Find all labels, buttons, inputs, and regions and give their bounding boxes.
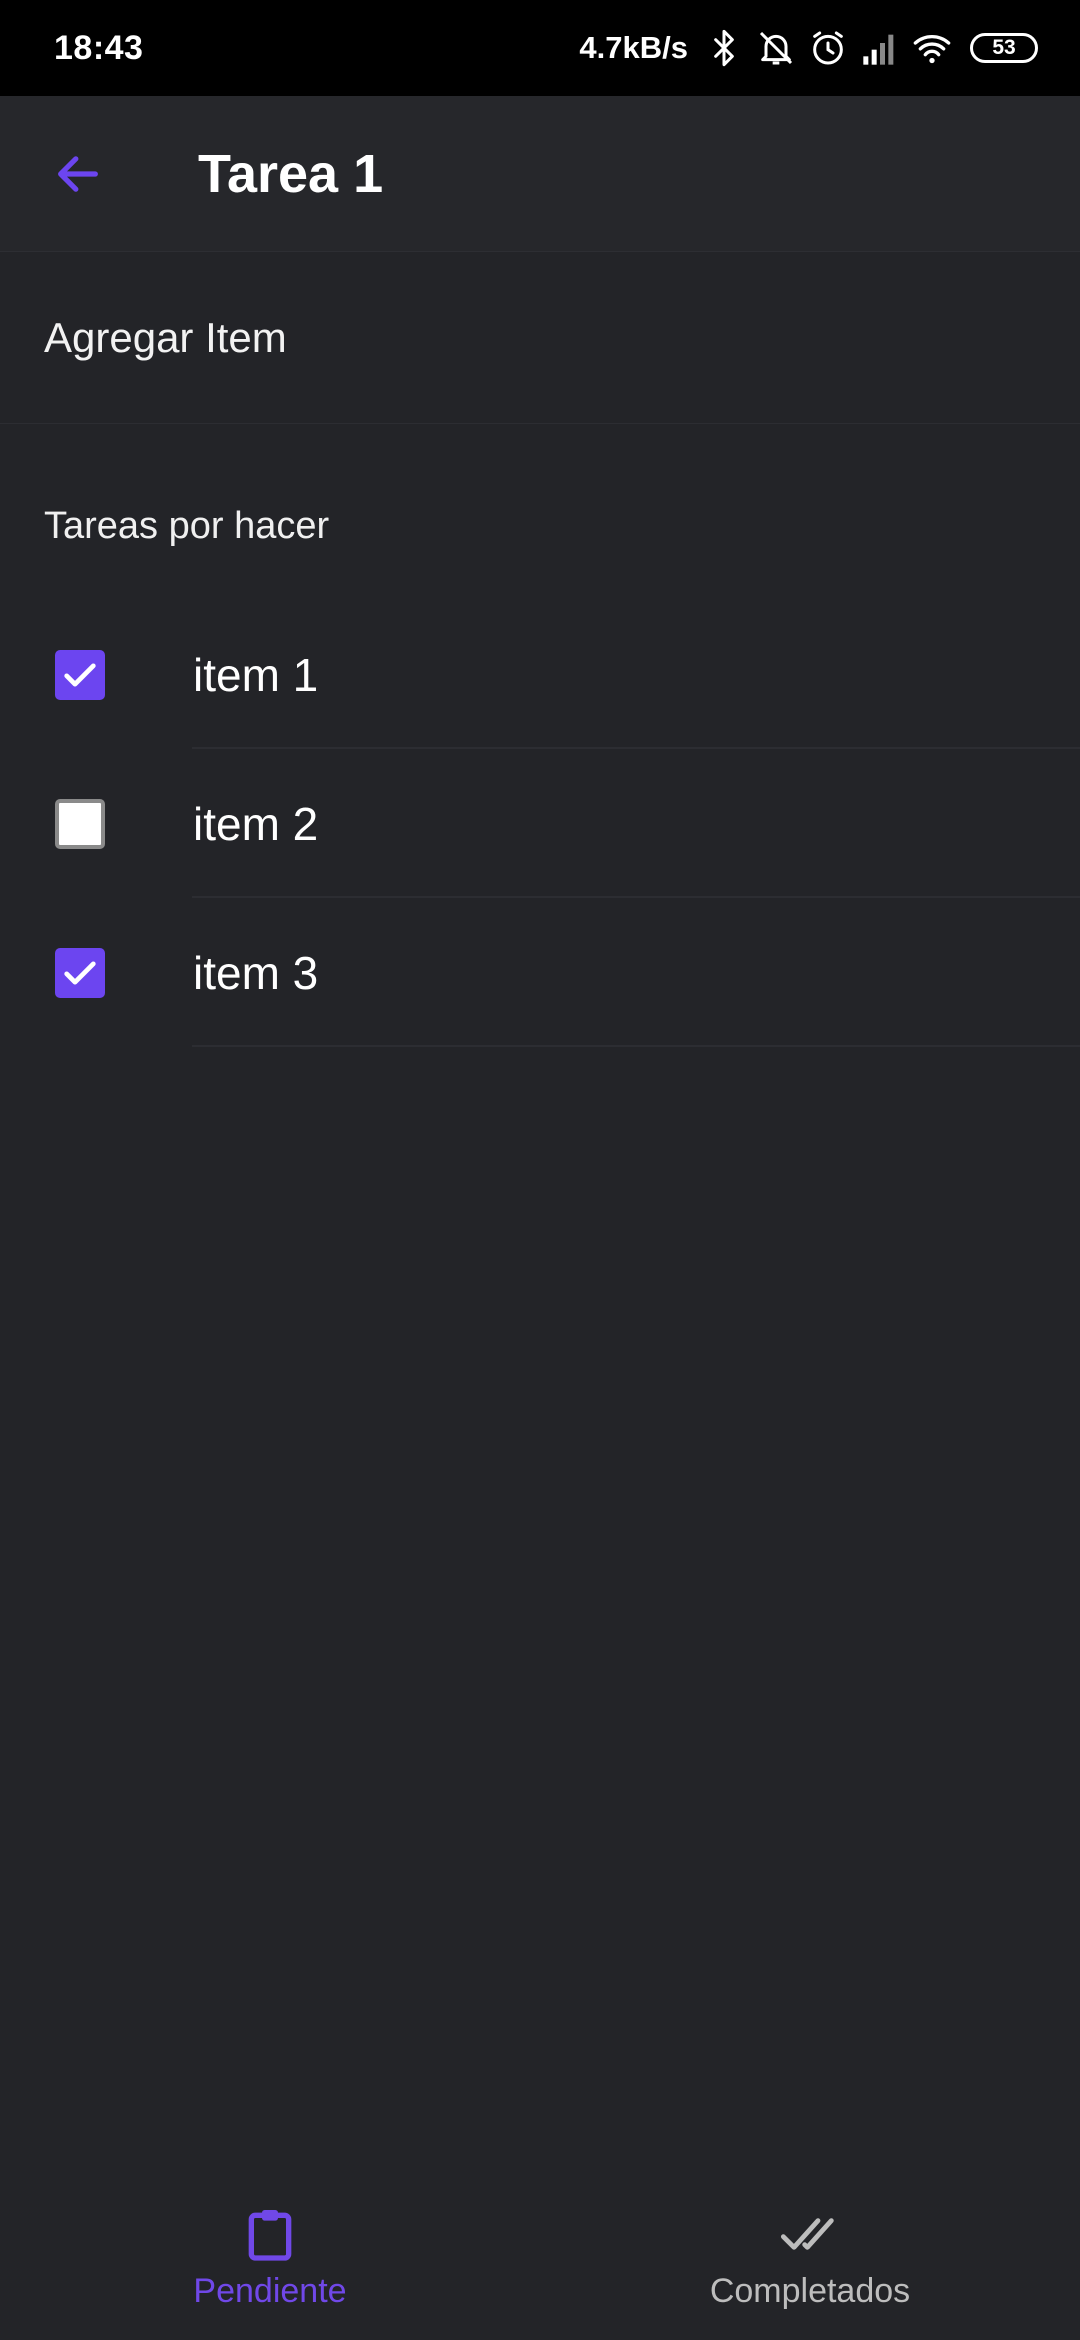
add-item-label: Agregar Item bbox=[44, 314, 287, 361]
task-checkbox[interactable] bbox=[55, 798, 105, 849]
add-item-button[interactable]: Agregar Item bbox=[0, 253, 1080, 424]
screen: 18:43 4.7kB/s 53 Tarea 1 Agregar Item Ta… bbox=[0, 0, 1080, 2340]
signal-icon bbox=[863, 34, 894, 65]
task-list: item 1 item 2 item 3 bbox=[0, 600, 1080, 1047]
alarm-icon bbox=[813, 31, 843, 65]
bell-off-icon bbox=[759, 31, 793, 65]
section-title: Tareas por hacer bbox=[44, 505, 330, 547]
task-checkbox[interactable] bbox=[55, 947, 105, 998]
status-icons: 4.7kB/s 53 bbox=[579, 28, 1038, 68]
nav-item-completados[interactable]: Completados bbox=[540, 2190, 1080, 2340]
battery-level: 53 bbox=[992, 36, 1016, 59]
double-check-icon bbox=[780, 2218, 834, 2250]
list-item[interactable]: item 3 bbox=[0, 898, 1080, 1047]
page-title: Tarea 1 bbox=[198, 143, 384, 204]
check-icon bbox=[64, 961, 96, 984]
clipboard-icon bbox=[248, 2210, 292, 2261]
back-button[interactable] bbox=[28, 124, 128, 224]
divider bbox=[192, 1045, 1080, 1047]
list-item[interactable]: item 1 bbox=[0, 600, 1080, 749]
bottom-nav: Pendiente Completados bbox=[0, 2190, 1080, 2340]
status-bar: 18:43 4.7kB/s 53 bbox=[0, 0, 1080, 96]
app-bar: Tarea 1 bbox=[0, 96, 1080, 252]
bluetooth-icon bbox=[714, 29, 734, 67]
nav-label: Completados bbox=[709, 2272, 911, 2310]
task-label: item 3 bbox=[193, 946, 319, 999]
wifi-icon bbox=[913, 35, 951, 64]
network-speed: 4.7kB/s bbox=[579, 30, 688, 65]
task-label: item 2 bbox=[193, 797, 319, 850]
nav-item-pendiente[interactable]: Pendiente bbox=[0, 2190, 540, 2340]
arrow-left-icon bbox=[58, 155, 98, 192]
list-item[interactable]: item 2 bbox=[0, 749, 1080, 898]
status-time: 18:43 bbox=[54, 28, 144, 67]
task-label: item 1 bbox=[193, 648, 319, 701]
nav-label: Pendiente bbox=[193, 2272, 347, 2310]
battery-icon: 53 bbox=[970, 33, 1038, 63]
check-icon bbox=[64, 663, 96, 686]
task-checkbox[interactable] bbox=[55, 649, 105, 700]
